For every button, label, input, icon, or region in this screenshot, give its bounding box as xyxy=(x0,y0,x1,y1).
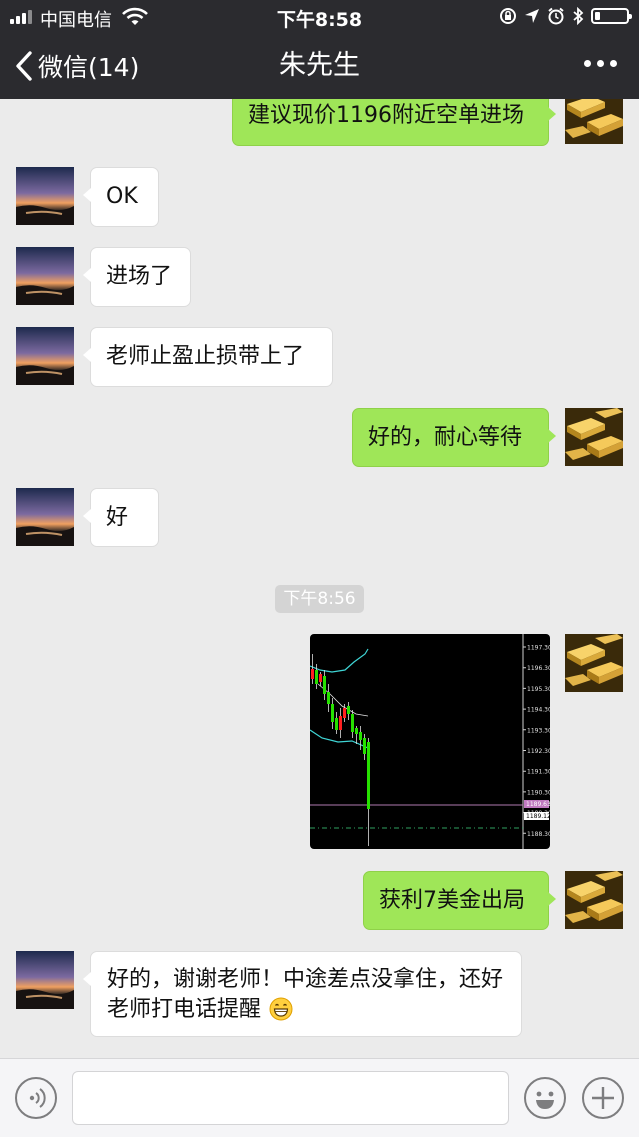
candle-body xyxy=(315,670,318,684)
contact-avatar[interactable] xyxy=(16,327,74,385)
more-dot-icon xyxy=(597,60,604,67)
candle-body xyxy=(319,674,322,682)
bid-price-label: 1189.63 xyxy=(526,801,550,808)
message-text: 好的，谢谢老师！中途差点没拿住，还好老师打电话提醒 xyxy=(107,967,504,1022)
plus-icon xyxy=(592,1087,614,1109)
message-bubble-outgoing[interactable]: 获利7美金出局 xyxy=(363,871,556,930)
candle-body xyxy=(331,704,334,722)
price-tick-label: 1192.30 xyxy=(527,748,550,755)
contact-avatar[interactable] xyxy=(16,951,74,1009)
time-separator: 下午8:56 xyxy=(275,585,364,613)
price-tick-label: 1197.30 xyxy=(527,645,550,652)
price-tick-label: 1191.30 xyxy=(527,769,550,776)
battery-level xyxy=(595,12,601,20)
voice-input-button[interactable] xyxy=(15,1077,57,1119)
price-tick-label: 1190.30 xyxy=(527,789,550,796)
candle-body xyxy=(335,718,338,730)
more-options-button[interactable] xyxy=(584,60,617,67)
upper-band xyxy=(310,648,369,673)
price-tick-label: 1193.30 xyxy=(527,727,550,734)
alarm-icon xyxy=(548,7,564,25)
status-bar: 中国电信 下午8:58 xyxy=(0,0,639,33)
grinning-face-icon xyxy=(269,997,293,1021)
back-button[interactable]: 微信(14) xyxy=(14,46,139,86)
more-dot-icon xyxy=(584,60,591,67)
self-avatar[interactable] xyxy=(565,634,623,692)
more-dot-icon xyxy=(610,60,617,67)
navigation-bar: 中国电信 下午8:58 微信(14) 朱先生 xyxy=(0,0,639,99)
input-toolbar xyxy=(0,1058,639,1137)
self-avatar[interactable] xyxy=(565,871,623,929)
contact-avatar[interactable] xyxy=(16,167,74,225)
message-text: 进场了 xyxy=(106,264,173,289)
candle-body xyxy=(323,676,326,694)
chart-screenshot-image[interactable]: 1197.30 1196.30 1195.30 1194.30 1193.30 1192.… xyxy=(310,634,550,849)
location-arrow-icon xyxy=(525,9,539,23)
candle-body xyxy=(347,706,350,714)
message-text: 好的，耐心等待 xyxy=(368,425,523,450)
self-avatar[interactable] xyxy=(565,408,623,466)
price-tick-label: 1188.30 xyxy=(527,831,550,838)
message-bubble-incoming[interactable]: OK xyxy=(83,167,159,227)
battery-icon xyxy=(591,8,632,24)
bluetooth-icon xyxy=(573,7,584,25)
chevron-left-icon xyxy=(16,51,32,81)
emoji-button[interactable] xyxy=(524,1077,566,1119)
price-tick-label: 1195.30 xyxy=(527,686,550,693)
message-text: 好 xyxy=(106,505,129,530)
rotation-lock-icon xyxy=(500,8,516,24)
message-text: 老师止盈止损带上了 xyxy=(106,344,305,369)
message-bubble-incoming[interactable]: 老师止盈止损带上了 xyxy=(83,327,333,387)
candle-body xyxy=(343,708,346,718)
message-text: 获利7美金出局 xyxy=(379,888,525,913)
message-input[interactable] xyxy=(72,1071,509,1125)
message-text: 建议现价1196附近空单进场 xyxy=(248,103,524,128)
message-bubble-incoming[interactable]: 好 xyxy=(83,488,159,547)
contact-avatar[interactable] xyxy=(16,488,74,546)
contact-avatar[interactable] xyxy=(16,247,74,305)
message-bubble-incoming[interactable]: 进场了 xyxy=(83,247,191,307)
candle-body xyxy=(339,716,342,730)
candle-body xyxy=(363,738,366,754)
candle-body xyxy=(351,714,354,732)
ask-price-label: 1189.12 xyxy=(526,813,550,820)
more-functions-button[interactable] xyxy=(582,1077,624,1119)
back-label: 微信(14) xyxy=(38,53,140,82)
message-bubble-incoming[interactable]: 好的，谢谢老师！中途差点没拿住，还好老师打电话提醒 xyxy=(83,951,522,1037)
message-text: OK xyxy=(106,184,138,209)
candlestick-chart: 1197.30 1196.30 1195.30 1194.30 1193.30 1192.… xyxy=(310,634,550,849)
price-tick-label: 1194.30 xyxy=(527,707,550,714)
candle-body xyxy=(311,669,314,679)
candle-body xyxy=(367,742,370,809)
voice-icon xyxy=(29,1088,46,1108)
price-tick-label: 1196.30 xyxy=(527,665,550,672)
candle-body xyxy=(359,732,362,740)
candle-body xyxy=(327,692,330,704)
candle-body xyxy=(355,728,358,734)
smiley-icon xyxy=(536,1091,554,1109)
message-bubble-outgoing[interactable]: 好的，耐心等待 xyxy=(352,408,556,467)
